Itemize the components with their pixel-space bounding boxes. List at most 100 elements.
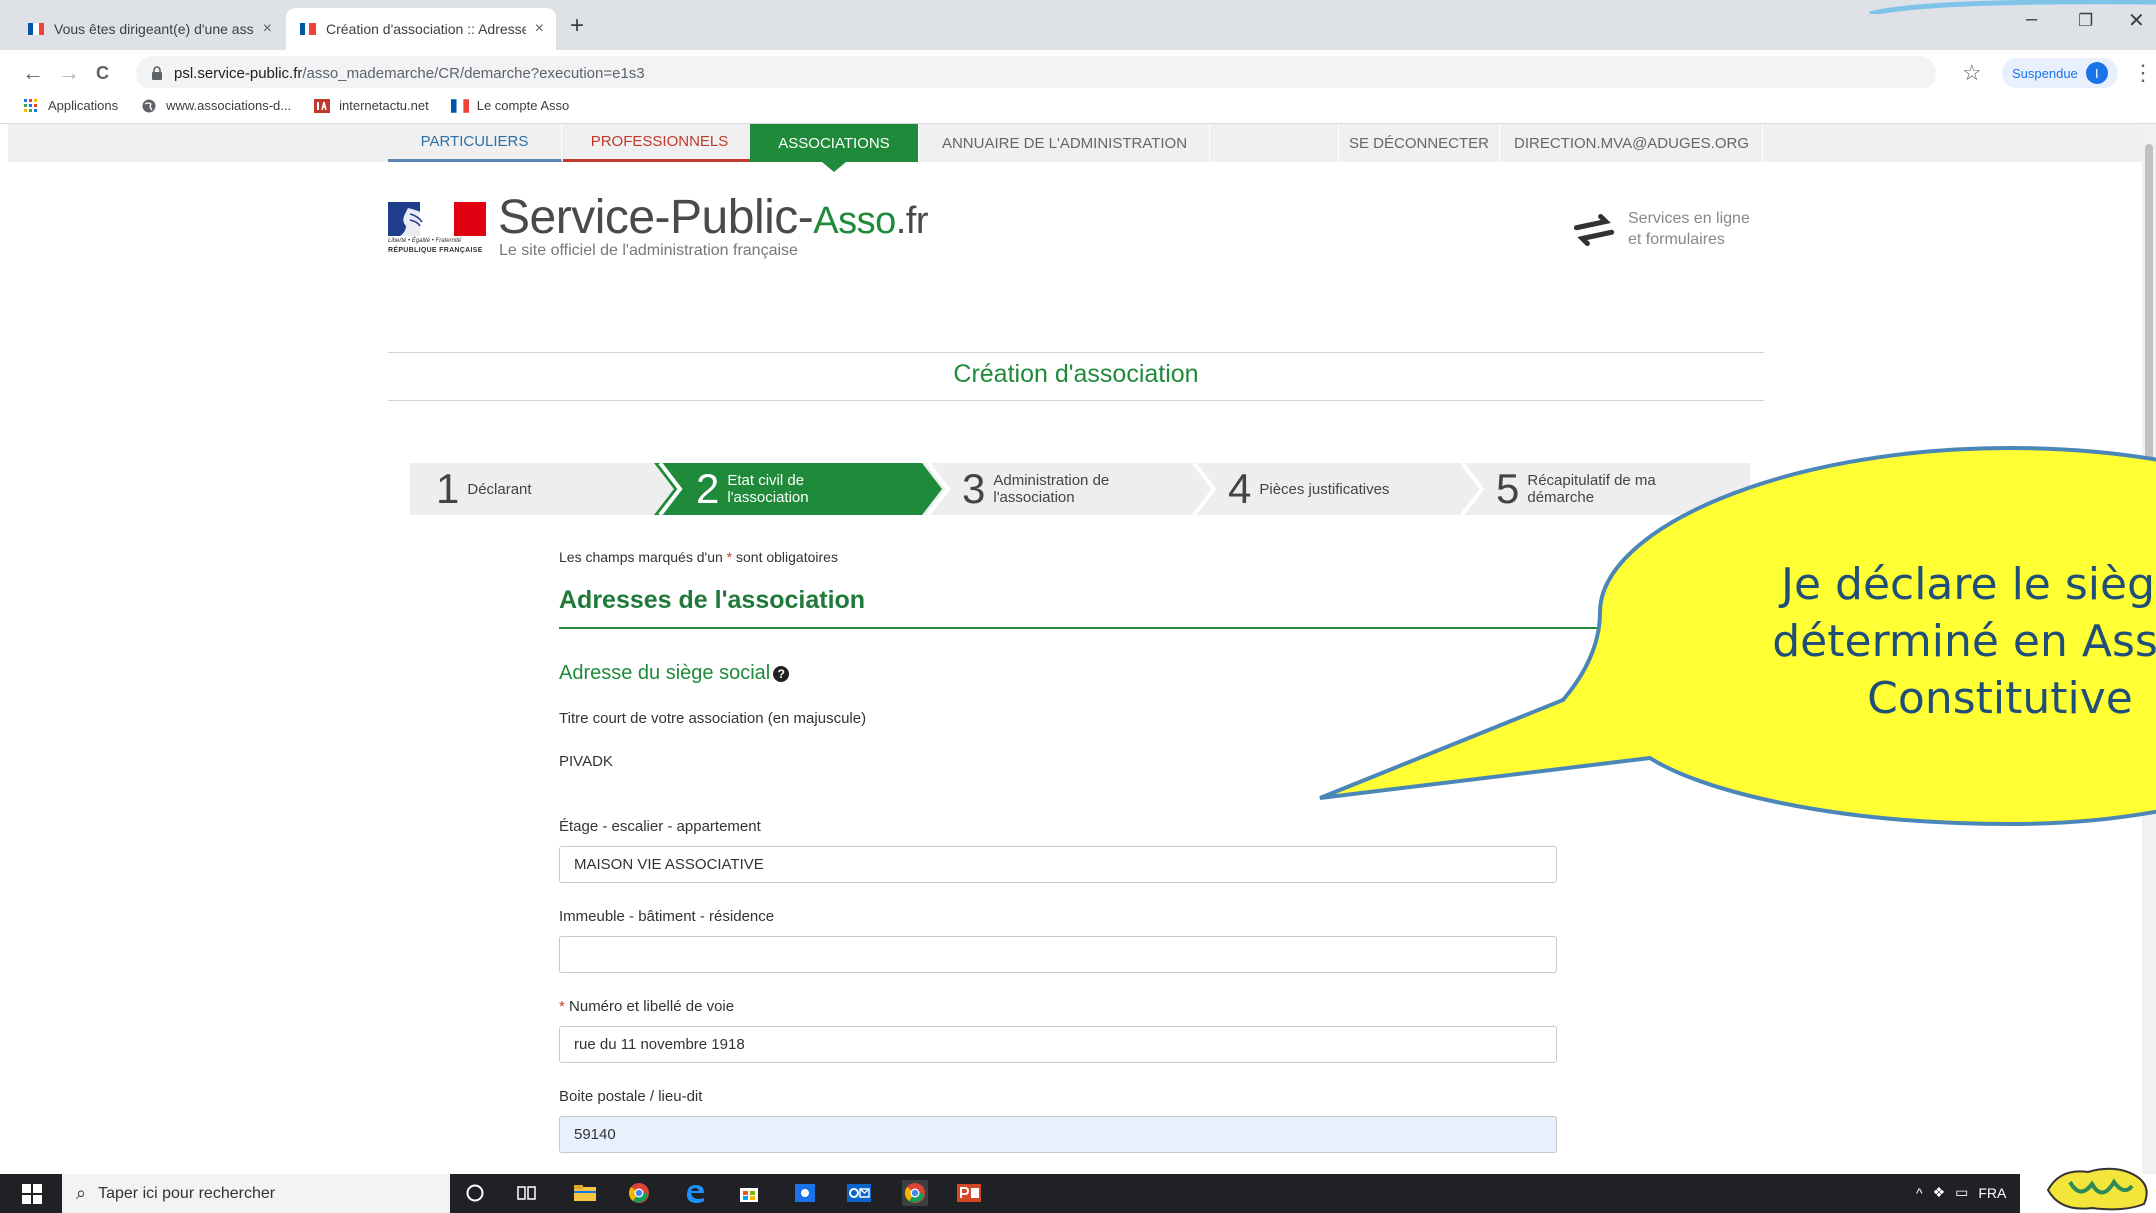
taskbar-search-placeholder: Taper ici pour rechercher — [98, 1184, 276, 1202]
brand-mascot-logo-icon — [2046, 1167, 2148, 1211]
section-rule — [559, 627, 1759, 629]
decorative-corner-arc — [1869, 0, 2156, 14]
browser-tab-1[interactable]: Vous êtes dirigeant(e) d'une asso × — [14, 8, 284, 50]
page-title: Création d'association — [953, 360, 1199, 388]
bookmark-applications[interactable]: Applications — [22, 98, 118, 113]
help-icon[interactable]: ? — [773, 665, 790, 682]
step-etat-civil[interactable]: 2 Etat civil de l'association — [696, 463, 809, 515]
floor-label: Étage - escalier - appartement — [559, 818, 761, 835]
bubble-line-2: déterminé en Assem — [1772, 616, 2156, 667]
flag-icon — [28, 23, 44, 35]
bubble-line-1: Je déclare le siège s — [1780, 559, 2156, 610]
reload-button[interactable]: C — [96, 63, 109, 84]
globe-icon — [142, 99, 156, 112]
nav-account[interactable]: DIRECTION.MVA@ADUGES.ORG — [1501, 124, 1763, 162]
bookmark-label: Applications — [48, 98, 119, 113]
bookmark-internetactu[interactable]: internetactu.net — [313, 98, 429, 113]
street-input[interactable] — [559, 1026, 1557, 1063]
forward-button[interactable]: → — [58, 60, 80, 86]
nav-annuaire[interactable]: ANNUAIRE DE L'ADMINISTRATION — [920, 124, 1210, 162]
exchange-arrows-icon[interactable] — [1572, 212, 1616, 246]
apps-grid-icon — [24, 98, 37, 112]
photos-icon[interactable] — [792, 1180, 818, 1206]
chrome-icon[interactable] — [626, 1180, 652, 1206]
building-input[interactable] — [559, 936, 1557, 973]
close-tab-icon[interactable]: × — [263, 20, 272, 38]
step-number: 5 — [1496, 465, 1520, 512]
pobox-label: Boite postale / lieu-dit — [559, 1088, 703, 1105]
building-label: Immeuble - bâtiment - résidence — [559, 908, 775, 925]
pobox-input[interactable] — [559, 1116, 1557, 1153]
windows-taskbar: ⌕ Taper ici pour rechercher ^ ❖ ▭ FRA — [0, 1174, 2020, 1213]
site-brand[interactable]: Service-Public-Asso.fr — [498, 190, 929, 245]
profile-button[interactable]: Suspendue I — [2002, 58, 2118, 88]
taskbar-search[interactable]: ⌕ Taper ici pour rechercher — [62, 1174, 450, 1213]
nav-associations[interactable]: ASSOCIATIONS — [750, 124, 919, 172]
system-tray: ^ ❖ ▭ FRA — [1906, 1184, 2006, 1201]
bookmark-label: internetactu.net — [339, 98, 429, 113]
nav-particuliers[interactable]: PARTICULIERS — [388, 124, 562, 162]
tray-chevron-icon[interactable]: ^ — [1916, 1185, 1923, 1201]
tab-title: Création d'association :: Adresse — [326, 21, 526, 37]
back-button[interactable]: ← — [22, 60, 44, 86]
outlook-icon[interactable] — [846, 1180, 872, 1206]
bookmark-label: www.associations-d... — [166, 98, 292, 113]
short-title-value: PIVADK — [559, 753, 613, 770]
store-icon[interactable] — [736, 1180, 762, 1206]
file-explorer-icon[interactable] — [572, 1180, 598, 1206]
step-pieces[interactable]: 4 Pièces justificatives — [1228, 463, 1389, 515]
service-public-icon — [300, 23, 316, 35]
bookmark-label: Le compte Asso — [476, 98, 570, 113]
browser-tabstrip: Vous êtes dirigeant(e) d'une asso × Créa… — [0, 0, 2156, 50]
screen: Vous êtes dirigeant(e) d'une asso × Créa… — [0, 0, 2156, 1213]
url-host: psl.service-public.fr — [174, 64, 303, 82]
republic-motto: Liberté • Égalité • Fraternité — [388, 238, 462, 244]
step-declarant[interactable]: 1 Déclarant — [436, 463, 532, 515]
republic-name: RÉPUBLIQUE FRANÇAISE — [388, 247, 483, 254]
site-tagline: Le site officiel de l'administration fra… — [499, 242, 798, 259]
marianne-logo-icon — [388, 202, 486, 236]
services-line2: et formulaires — [1628, 231, 1725, 248]
step-number: 2 — [696, 465, 720, 512]
edge-icon[interactable] — [682, 1180, 708, 1206]
address-bar[interactable]: psl.service-public.fr/asso_mademarche/CR… — [136, 56, 1936, 90]
nav-logout[interactable]: SE DÉCONNECTER — [1338, 124, 1500, 162]
step-label: Récapitulatif de ma démarche — [1527, 472, 1656, 506]
step-administration[interactable]: 3 Administration de l'association — [962, 463, 1109, 515]
services-link[interactable]: Services en ligne et formulaires — [1628, 208, 1768, 250]
close-tab-icon[interactable]: × — [535, 20, 544, 38]
new-tab-button[interactable]: + — [570, 12, 584, 40]
step-number: 4 — [1228, 465, 1252, 512]
services-line1: Services en ligne — [1628, 210, 1750, 227]
brand-main: Service-Public- — [498, 191, 814, 244]
task-view-icon[interactable] — [514, 1180, 540, 1206]
language-indicator[interactable]: FRA — [1978, 1185, 2006, 1201]
step-label: Déclarant — [467, 480, 532, 498]
chrome-active-icon[interactable] — [902, 1180, 928, 1206]
restore-button[interactable]: ❐ — [2078, 11, 2093, 31]
scrollbar-thumb[interactable] — [2145, 144, 2153, 474]
windows-start-icon[interactable] — [22, 1184, 42, 1204]
bookmark-star-icon[interactable]: ☆ — [1962, 60, 1982, 86]
browser-menu-icon[interactable]: ⋮ — [2132, 60, 2154, 86]
browser-tab-2[interactable]: Création d'association :: Adresse × — [286, 8, 556, 50]
bookmark-associations[interactable]: www.associations-d... — [140, 98, 291, 113]
step-recapitulatif[interactable]: 5 Récapitulatif de ma démarche — [1496, 463, 1656, 515]
required-fields-note: Les champs marqués d'un * sont obligatoi… — [559, 549, 838, 565]
search-icon: ⌕ — [76, 1183, 87, 1203]
bookmarks-bar: Applications www.associations-d... inter… — [0, 88, 2156, 124]
bookmark-compte-asso[interactable]: Le compte Asso — [450, 98, 570, 113]
cortana-icon[interactable] — [462, 1180, 488, 1206]
bubble-line-3: Constitutive — [1867, 673, 2133, 724]
nav-professionnels[interactable]: PROFESSIONNELS — [563, 124, 757, 162]
brand-asso: Asso — [813, 200, 896, 242]
section-title: Adresses de l'association — [559, 586, 866, 614]
network-icon[interactable]: ▭ — [1955, 1184, 1968, 1201]
dropbox-icon[interactable]: ❖ — [1933, 1184, 1946, 1201]
flag-icon — [450, 98, 469, 113]
floor-input[interactable] — [559, 846, 1557, 883]
heading-rule-bottom — [388, 400, 1764, 401]
step-number: 3 — [962, 465, 986, 512]
powerpoint-icon[interactable] — [956, 1180, 982, 1206]
subsection-title: Adresse du siège social? — [559, 662, 790, 685]
